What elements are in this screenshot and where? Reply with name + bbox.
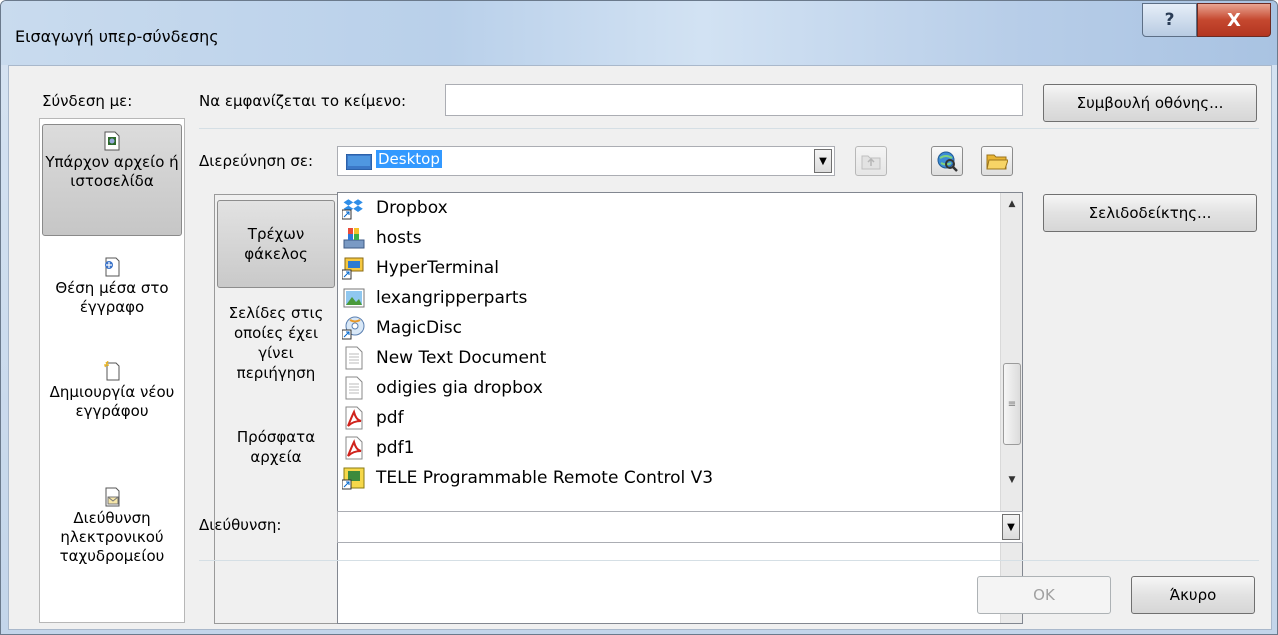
close-icon: X [1227, 9, 1241, 31]
nav-current-folder-label: Τρέχων φάκελος [244, 225, 308, 263]
list-item[interactable]: lexangripperparts [342, 283, 527, 313]
up-one-folder-button[interactable] [855, 146, 887, 176]
list-item[interactable]: odigies gia dropbox [342, 373, 543, 403]
list-item[interactable]: New Text Document [342, 343, 546, 373]
browse-web-icon [937, 151, 958, 172]
screentip-button-label: Συμβουλή οθόνης... [1076, 94, 1224, 112]
text-to-display-label: Να εμφανίζεται το κείμενο: [199, 92, 407, 110]
file-name: hosts [376, 228, 422, 248]
nav-browsed-pages-label: Σελίδες στις οποίες έχει γίνει περιήγηση [228, 304, 324, 382]
title-bar: Εισαγωγή υπερ-σύνδεσης ? X [1, 1, 1277, 65]
list-item[interactable]: pdf [342, 403, 404, 433]
look-in-dropdown[interactable]: Desktop ▼ [337, 146, 835, 176]
file-name: pdf [376, 408, 404, 428]
link-new-document[interactable]: Δημιουργία νέου εγγράφου [42, 361, 182, 421]
file-name: HyperTerminal [376, 258, 499, 278]
file-name: pdf1 [376, 438, 415, 458]
look-in-label: Διερεύνηση σε: [199, 152, 314, 170]
chevron-down-icon[interactable]: ▼ [814, 149, 832, 173]
bookmark-button-label: Σελιδοδείκτης... [1088, 204, 1212, 222]
link-email-address-label: Διεύθυνση ηλεκτρονικού ταχυδρομείου [59, 509, 165, 565]
text-document-icon [345, 346, 363, 370]
system-file-icon [343, 228, 365, 249]
browse-web-button[interactable] [931, 146, 963, 176]
open-folder-icon [986, 154, 1008, 170]
link-existing-file[interactable]: Υπάρχον αρχείο ή ιστοσελίδα [42, 124, 182, 236]
separator [199, 560, 1259, 561]
chevron-down-icon[interactable]: ▼ [1002, 514, 1020, 540]
help-button[interactable]: ? [1142, 3, 1197, 37]
file-list-scrollbar[interactable]: ▲ ≡ ▼ [1000, 193, 1022, 623]
scroll-up-icon[interactable]: ▲ [1001, 193, 1022, 215]
file-name: lexangripperparts [376, 288, 528, 308]
browse-file-button[interactable] [981, 146, 1013, 176]
file-name: New Text Document [376, 348, 547, 368]
pdf-file-icon [345, 406, 363, 430]
new-document-icon [104, 361, 120, 381]
look-in-value: Desktop [376, 150, 442, 168]
email-address-icon [105, 487, 120, 507]
image-file-icon [343, 288, 365, 308]
magicdisc-shortcut-icon [342, 316, 365, 340]
ok-button-label: OK [1033, 586, 1055, 604]
up-folder-icon [861, 155, 881, 170]
link-to-bar: Υπάρχον αρχείο ή ιστοσελίδα Θέση μέσα στ… [39, 118, 185, 623]
existing-file-icon [104, 131, 120, 151]
pdf-file-icon [345, 436, 363, 460]
dialog-title: Εισαγωγή υπερ-σύνδεσης [15, 27, 219, 46]
nav-current-folder[interactable]: Τρέχων φάκελος [217, 200, 335, 288]
list-item[interactable]: hosts [342, 223, 422, 253]
close-button[interactable]: X [1197, 3, 1271, 37]
file-name: odigies gia dropbox [376, 378, 543, 398]
remote-control-shortcut-icon [342, 467, 365, 490]
list-item[interactable]: TELE Programmable Remote Control V3 [342, 463, 713, 493]
link-place-in-document-label: Θέση μέσα στο έγγραφο [55, 279, 169, 316]
address-input[interactable]: ▼ [337, 511, 1023, 543]
file-name: Dropbox [376, 198, 448, 218]
nav-recent-files[interactable]: Πρόσφατα αρχεία [217, 427, 335, 467]
cancel-button-label: Άκυρο [1169, 586, 1217, 604]
help-icon: ? [1164, 10, 1175, 30]
dropbox-shortcut-icon [342, 199, 363, 220]
address-label: Διεύθυνση: [199, 516, 282, 534]
text-to-display-input[interactable] [445, 84, 1023, 116]
bookmark-button[interactable]: Σελιδοδείκτης... [1043, 194, 1257, 232]
cancel-button[interactable]: Άκυρο [1131, 576, 1255, 614]
list-item[interactable]: Dropbox [342, 193, 448, 223]
file-name: TELE Programmable Remote Control V3 [376, 468, 714, 488]
hyperterminal-shortcut-icon [342, 257, 364, 280]
scroll-thumb[interactable]: ≡ [1003, 363, 1021, 445]
list-item[interactable]: pdf1 [342, 433, 414, 463]
dialog-client-area: Σύνδεση με: Υπάρχον αρχείο ή ιστοσελίδα … [8, 65, 1272, 630]
link-existing-file-label: Υπάρχον αρχείο ή ιστοσελίδα [45, 153, 179, 190]
list-item[interactable]: HyperTerminal [342, 253, 499, 283]
insert-hyperlink-dialog: Εισαγωγή υπερ-σύνδεσης ? X Σύνδεση με: Υ… [0, 0, 1278, 635]
link-new-document-label: Δημιουργία νέου εγγράφου [49, 383, 175, 420]
link-to-label: Σύνδεση με: [42, 92, 133, 110]
text-document-icon [345, 376, 363, 400]
desktop-icon [346, 154, 372, 170]
scroll-down-icon[interactable]: ▼ [1001, 469, 1022, 491]
link-email-address[interactable]: Διεύθυνση ηλεκτρονικού ταχυδρομείου [42, 487, 182, 566]
file-name: MagicDisc [376, 318, 462, 338]
link-place-in-document[interactable]: Θέση μέσα στο έγγραφο [42, 257, 182, 317]
nav-browsed-pages[interactable]: Σελίδες στις οποίες έχει γίνει περιήγηση [217, 303, 335, 383]
screentip-button[interactable]: Συμβουλή οθόνης... [1043, 84, 1257, 122]
list-item[interactable]: MagicDisc [342, 313, 462, 343]
nav-recent-files-label: Πρόσφατα αρχεία [236, 428, 316, 466]
separator [199, 128, 1259, 129]
ok-button[interactable]: OK [977, 576, 1111, 614]
place-in-document-icon [105, 257, 120, 277]
